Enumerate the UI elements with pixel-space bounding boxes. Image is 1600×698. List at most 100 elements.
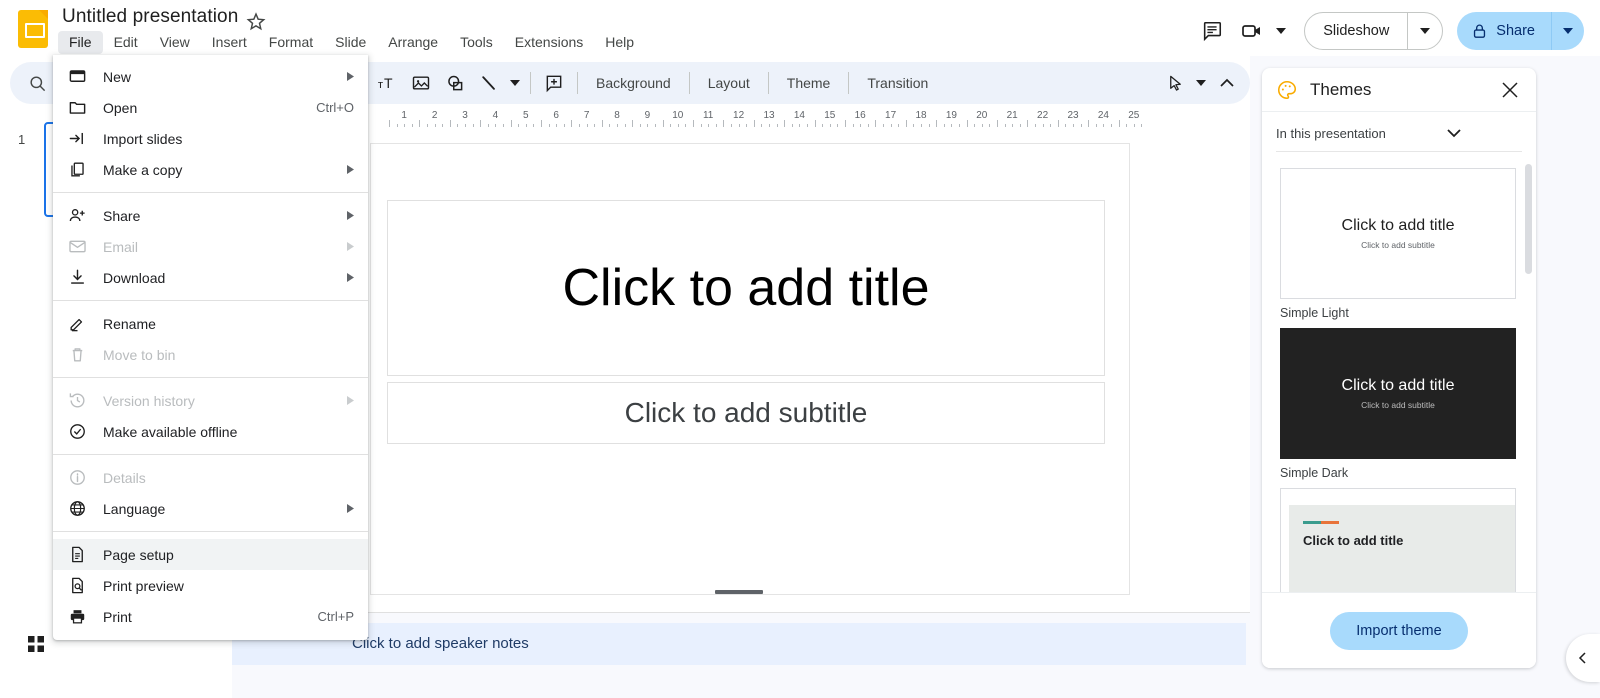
file-menu-item-open[interactable]: Open Ctrl+O — [53, 92, 368, 123]
menu-edit[interactable]: Edit — [103, 31, 149, 54]
file-menu-item-print[interactable]: Print Ctrl+P — [53, 601, 368, 632]
file-menu-item-details: Details — [53, 462, 368, 493]
ruler-tick — [601, 120, 603, 127]
menu-bar: File Edit View Insert Format Slide Arran… — [58, 31, 645, 54]
document-title[interactable]: Untitled presentation — [62, 6, 238, 28]
file-menu-item-download[interactable]: Download — [53, 262, 368, 293]
slide-canvas-area[interactable]: Click to add title Click to add subtitle — [232, 127, 1250, 632]
ruler-tick — [814, 120, 816, 127]
image-icon[interactable] — [404, 66, 438, 100]
theme-thumb-title: Click to add title — [1341, 217, 1455, 234]
grid-view-icon[interactable] — [22, 630, 50, 658]
file-menu-item-label: Print — [103, 608, 132, 625]
file-menu-item-make-available-offline[interactable]: Make available offline — [53, 416, 368, 447]
close-icon[interactable] — [1498, 78, 1522, 102]
share-label: Share — [1496, 23, 1535, 39]
menu-divider — [53, 192, 368, 193]
background-button[interactable]: Background — [584, 69, 683, 97]
text-box-icon[interactable]: тT — [370, 66, 404, 100]
line-icon[interactable] — [472, 66, 506, 100]
file-menu-item-page-setup[interactable]: Page setup — [53, 539, 368, 570]
title-placeholder[interactable]: Click to add title — [387, 200, 1105, 376]
menu-view[interactable]: View — [149, 31, 201, 54]
comment-history-icon[interactable] — [1192, 11, 1232, 51]
file-menu-item-label: Make a copy — [103, 161, 183, 178]
theme-button[interactable]: Theme — [775, 69, 843, 97]
file-menu-item-share[interactable]: Share — [53, 200, 368, 231]
chevron-up-icon[interactable] — [1210, 66, 1244, 100]
select-cursor-icon[interactable] — [1158, 66, 1192, 100]
ruler-tick — [571, 120, 573, 127]
file-menu-item-email: Email — [53, 231, 368, 262]
import-theme-button[interactable]: Import theme — [1330, 611, 1468, 650]
video-camera-icon[interactable] — [1232, 11, 1272, 51]
line-dropdown-caret-icon[interactable] — [506, 63, 524, 103]
person-add-icon — [67, 206, 87, 226]
layout-button[interactable]: Layout — [696, 69, 762, 97]
slideshow-button[interactable]: Slideshow — [1305, 13, 1407, 49]
ruler-label: 17 — [885, 110, 897, 121]
file-menu-item-label: Print preview — [103, 577, 184, 594]
share-dropdown-caret-icon[interactable] — [1552, 12, 1584, 50]
slideshow-button-group: Slideshow — [1304, 12, 1444, 50]
share-button-group: Share — [1457, 12, 1584, 50]
file-menu-dropdown[interactable]: New Open Ctrl+O Import slides Make a copy Sha… — [53, 55, 368, 640]
theme-card-simple-dark[interactable]: Click to add title Click to add subtitle… — [1280, 328, 1518, 480]
star-icon[interactable] — [245, 10, 267, 32]
themes-list[interactable]: Click to add title Click to add subtitle… — [1262, 160, 1536, 620]
add-comment-icon[interactable] — [537, 66, 571, 100]
menu-file[interactable]: File — [58, 31, 103, 54]
theme-filter-dropdown[interactable]: In this presentation — [1276, 116, 1522, 152]
menu-arrange[interactable]: Arrange — [377, 31, 449, 54]
ruler-label: 3 — [462, 110, 468, 121]
theme-card-simple-light[interactable]: Click to add title Click to add subtitle… — [1280, 168, 1518, 320]
ruler-tick — [1027, 120, 1029, 127]
theme-filter-label: In this presentation — [1276, 126, 1386, 141]
google-slides-logo — [18, 10, 48, 48]
themes-panel-scrollbar[interactable] — [1525, 164, 1532, 274]
file-menu-item-label: Page setup — [103, 546, 174, 563]
file-menu-item-label: Download — [103, 269, 166, 286]
file-menu-item-move-to-bin: Move to bin — [53, 339, 368, 370]
menu-insert[interactable]: Insert — [201, 31, 258, 54]
file-menu-item-import-slides[interactable]: Import slides — [53, 123, 368, 154]
ruler-label: 18 — [915, 110, 927, 121]
menu-divider — [53, 300, 368, 301]
import-icon — [67, 129, 87, 149]
top-bar: Untitled presentation File Edit View Ins… — [0, 0, 1600, 62]
menu-help[interactable]: Help — [594, 31, 645, 54]
ruler-label: 4 — [492, 110, 499, 121]
cursor-dropdown-caret-icon[interactable] — [1192, 63, 1210, 103]
slideshow-dropdown-caret-icon[interactable] — [1408, 13, 1442, 49]
file-menu-item-print-preview[interactable]: Print preview — [53, 570, 368, 601]
file-menu-item-make-a-copy[interactable]: Make a copy — [53, 154, 368, 185]
ruler-tick — [693, 120, 694, 127]
submenu-arrow-icon — [347, 273, 354, 282]
ruler-label: 1 — [401, 110, 407, 121]
ruler-label: 11 — [702, 110, 714, 121]
subtitle-placeholder[interactable]: Click to add subtitle — [387, 382, 1105, 444]
theme-name: Simple Light — [1280, 306, 1349, 320]
divider — [767, 72, 769, 94]
ruler-tick — [541, 120, 542, 127]
ruler-tick — [753, 120, 755, 127]
meet-dropdown-caret-icon[interactable] — [1272, 11, 1290, 51]
globe-icon — [67, 499, 87, 519]
ruler-label: 6 — [553, 110, 559, 121]
menu-extensions[interactable]: Extensions — [504, 31, 594, 54]
slide-number: 1 — [18, 132, 26, 147]
page-setup-icon — [67, 545, 87, 565]
file-menu-item-language[interactable]: Language — [53, 493, 368, 524]
file-menu-item-new[interactable]: New — [53, 61, 368, 92]
search-icon[interactable] — [20, 66, 54, 100]
file-menu-item-rename[interactable]: Rename — [53, 308, 368, 339]
menu-tools[interactable]: Tools — [449, 31, 504, 54]
menu-slide[interactable]: Slide — [324, 31, 377, 54]
notes-resize-handle[interactable] — [715, 590, 763, 594]
speaker-notes-area[interactable]: Click to add speaker notes — [232, 612, 1250, 698]
menu-format[interactable]: Format — [258, 31, 324, 54]
shape-icon[interactable] — [438, 66, 472, 100]
transition-button[interactable]: Transition — [855, 69, 940, 97]
share-button[interactable]: Share — [1457, 12, 1551, 50]
current-slide[interactable]: Click to add title Click to add subtitle — [370, 143, 1130, 595]
